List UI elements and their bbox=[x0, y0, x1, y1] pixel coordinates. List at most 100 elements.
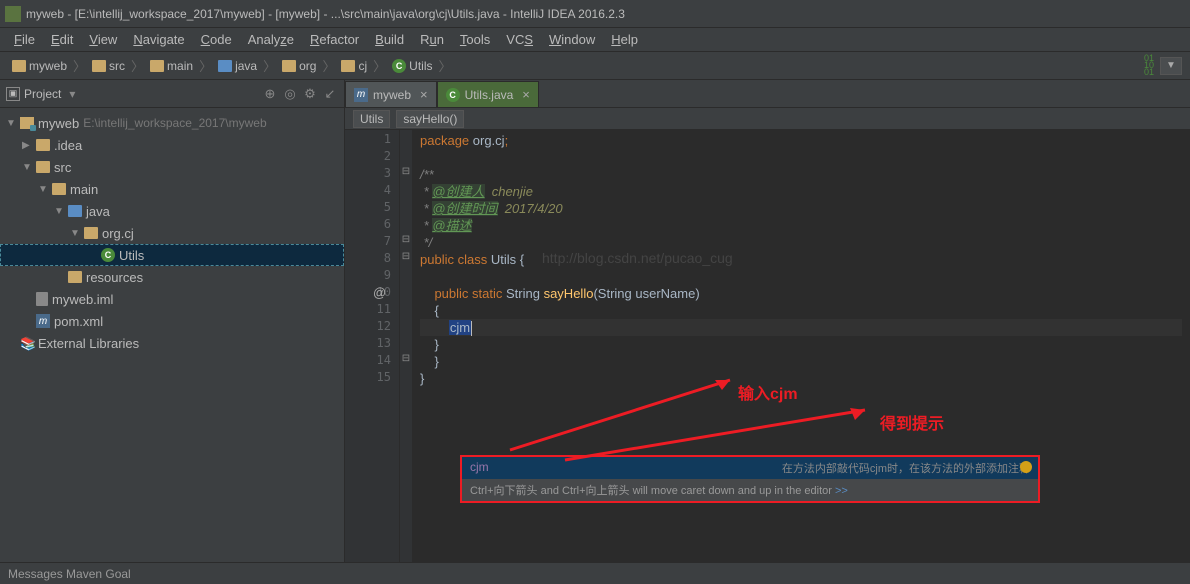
breadcrumb-bar: myweb〉 src〉 main〉 java〉 org〉 cj〉 CUtils〉… bbox=[0, 52, 1190, 80]
folder-icon bbox=[92, 60, 106, 72]
class-icon: C bbox=[446, 88, 460, 102]
folder-icon bbox=[150, 60, 164, 72]
close-icon[interactable]: × bbox=[420, 87, 428, 102]
config-dropdown[interactable]: ▼ bbox=[1160, 57, 1182, 75]
maven-icon: m bbox=[36, 314, 50, 328]
tree-java[interactable]: ▼ java bbox=[0, 200, 344, 222]
tree-main[interactable]: ▼ main bbox=[0, 178, 344, 200]
fold-icon[interactable]: ⊟ bbox=[400, 251, 412, 268]
menubar: File Edit View Navigate Code Analyze Ref… bbox=[0, 28, 1190, 52]
crumb-utils[interactable]: CUtils bbox=[388, 57, 436, 75]
tab-utils[interactable]: C Utils.java × bbox=[437, 81, 539, 107]
crumb-sep: 〉 bbox=[131, 56, 144, 75]
panel-toolbar: ⊕ ◎ ⚙ ↙ bbox=[262, 86, 338, 102]
tree-pom[interactable]: m pom.xml bbox=[0, 310, 344, 332]
settings-icon[interactable]: ⚙ bbox=[302, 86, 318, 102]
project-tree: ▼ myweb E:\intellij_workspace_2017\myweb… bbox=[0, 108, 344, 358]
folder-icon bbox=[52, 183, 66, 195]
watermark-text: http://blog.csdn.net/pucao_cug bbox=[542, 250, 733, 267]
override-gutter-icon[interactable]: @ bbox=[373, 285, 386, 300]
crumb-sep: 〉 bbox=[373, 56, 386, 75]
nav-class[interactable]: Utils bbox=[353, 110, 390, 128]
crumb-src[interactable]: src bbox=[88, 57, 129, 75]
menu-vcs[interactable]: VCS bbox=[500, 30, 539, 49]
expand-arrow-icon[interactable]: ▼ bbox=[38, 184, 48, 195]
crumb-myweb[interactable]: myweb bbox=[8, 57, 71, 75]
tree-idea[interactable]: ▶ .idea bbox=[0, 134, 344, 156]
tip-link[interactable]: >> bbox=[835, 485, 848, 497]
crumb-sep: 〉 bbox=[73, 56, 86, 75]
nav-method[interactable]: sayHello() bbox=[396, 110, 464, 128]
project-panel: ▣ Project ▾ ⊕ ◎ ⚙ ↙ ▼ myweb E:\intellij_… bbox=[0, 80, 345, 562]
fold-icon[interactable]: ⊟ bbox=[400, 166, 412, 183]
crumb-main[interactable]: main bbox=[146, 57, 197, 75]
line-gutter: 1 2 3 4 5 6 7 8 9 10 11 12 13 14 15 bbox=[345, 130, 400, 562]
project-tool-icon: ▣ bbox=[6, 87, 20, 101]
annotation-arrow bbox=[555, 400, 875, 470]
project-panel-header: ▣ Project ▾ ⊕ ◎ ⚙ ↙ bbox=[0, 80, 344, 108]
toolbar-right: 011001 ▼ bbox=[1144, 55, 1182, 76]
fold-end-icon[interactable]: ⊟ bbox=[400, 353, 412, 370]
libraries-icon: 📚 bbox=[20, 336, 34, 350]
expand-arrow-icon[interactable]: ▼ bbox=[54, 206, 64, 217]
tab-myweb[interactable]: m myweb × bbox=[345, 81, 437, 107]
tree-iml[interactable]: myweb.iml bbox=[0, 288, 344, 310]
class-icon: C bbox=[392, 59, 406, 73]
locate-icon[interactable]: ◎ bbox=[282, 86, 298, 102]
menu-refactor[interactable]: Refactor bbox=[304, 30, 365, 49]
menu-analyze[interactable]: Analyze bbox=[242, 30, 300, 49]
crumb-java[interactable]: java bbox=[214, 57, 261, 75]
chevron-down-icon[interactable]: ▾ bbox=[69, 87, 75, 101]
crumb-cj[interactable]: cj bbox=[337, 57, 371, 75]
menu-tools[interactable]: Tools bbox=[454, 30, 496, 49]
menu-navigate[interactable]: Navigate bbox=[127, 30, 190, 49]
statusbar: Messages Maven Goal bbox=[0, 562, 1190, 584]
tree-root[interactable]: ▼ myweb E:\intellij_workspace_2017\myweb bbox=[0, 112, 344, 134]
tree-src[interactable]: ▼ src bbox=[0, 156, 344, 178]
file-icon bbox=[36, 292, 48, 306]
completion-tip: Ctrl+向下箭头 and Ctrl+向上箭头 will move caret … bbox=[462, 479, 1038, 501]
menu-run[interactable]: Run bbox=[414, 30, 450, 49]
folder-icon bbox=[68, 205, 82, 217]
menu-window[interactable]: Window bbox=[543, 30, 601, 49]
crumb-sep: 〉 bbox=[263, 56, 276, 75]
fold-end-icon[interactable]: ⊟ bbox=[400, 234, 412, 251]
crumb-sep: 〉 bbox=[439, 56, 452, 75]
status-text[interactable]: Messages Maven Goal bbox=[8, 567, 131, 581]
tree-external-libs[interactable]: 📚 External Libraries bbox=[0, 332, 344, 354]
expand-arrow-icon[interactable]: ▶ bbox=[22, 140, 32, 151]
breadcrumbs: myweb〉 src〉 main〉 java〉 org〉 cj〉 CUtils〉 bbox=[8, 56, 452, 75]
tree-utils[interactable]: C Utils bbox=[0, 244, 344, 266]
expand-arrow-icon[interactable]: ▼ bbox=[6, 118, 16, 129]
tree-package[interactable]: ▼ org.cj bbox=[0, 222, 344, 244]
menu-view[interactable]: View bbox=[83, 30, 123, 49]
crumb-org[interactable]: org bbox=[278, 57, 320, 75]
menu-help[interactable]: Help bbox=[605, 30, 644, 49]
menu-edit[interactable]: Edit bbox=[45, 30, 79, 49]
hide-icon[interactable]: ↙ bbox=[322, 86, 338, 102]
menu-code[interactable]: Code bbox=[195, 30, 238, 49]
folder-icon bbox=[12, 60, 26, 72]
package-icon bbox=[84, 227, 98, 239]
collapse-icon[interactable]: ⊕ bbox=[262, 86, 278, 102]
bulb-icon[interactable] bbox=[1020, 461, 1032, 473]
tree-resources[interactable]: resources bbox=[0, 266, 344, 288]
app-icon bbox=[5, 6, 21, 22]
annotation-label: 得到提示 bbox=[880, 410, 944, 434]
menu-file[interactable]: File bbox=[8, 30, 41, 49]
build-indicator-icon: 011001 bbox=[1144, 55, 1154, 76]
annotation-label: 输入cjm bbox=[738, 380, 798, 404]
resources-icon bbox=[68, 271, 82, 283]
folder-icon bbox=[218, 60, 232, 72]
menu-build[interactable]: Build bbox=[369, 30, 410, 49]
crumb-sep: 〉 bbox=[199, 56, 212, 75]
titlebar: myweb - [E:\intellij_workspace_2017\mywe… bbox=[0, 0, 1190, 28]
module-icon bbox=[20, 117, 34, 129]
expand-arrow-icon[interactable]: ▼ bbox=[70, 228, 80, 239]
expand-arrow-icon[interactable]: ▼ bbox=[22, 162, 32, 173]
close-icon[interactable]: × bbox=[522, 87, 530, 102]
folder-icon bbox=[341, 60, 355, 72]
folder-icon bbox=[36, 161, 50, 173]
fold-gutter: ⊟ ⊟ ⊟ ⊟ bbox=[400, 130, 412, 562]
folder-icon bbox=[36, 139, 50, 151]
